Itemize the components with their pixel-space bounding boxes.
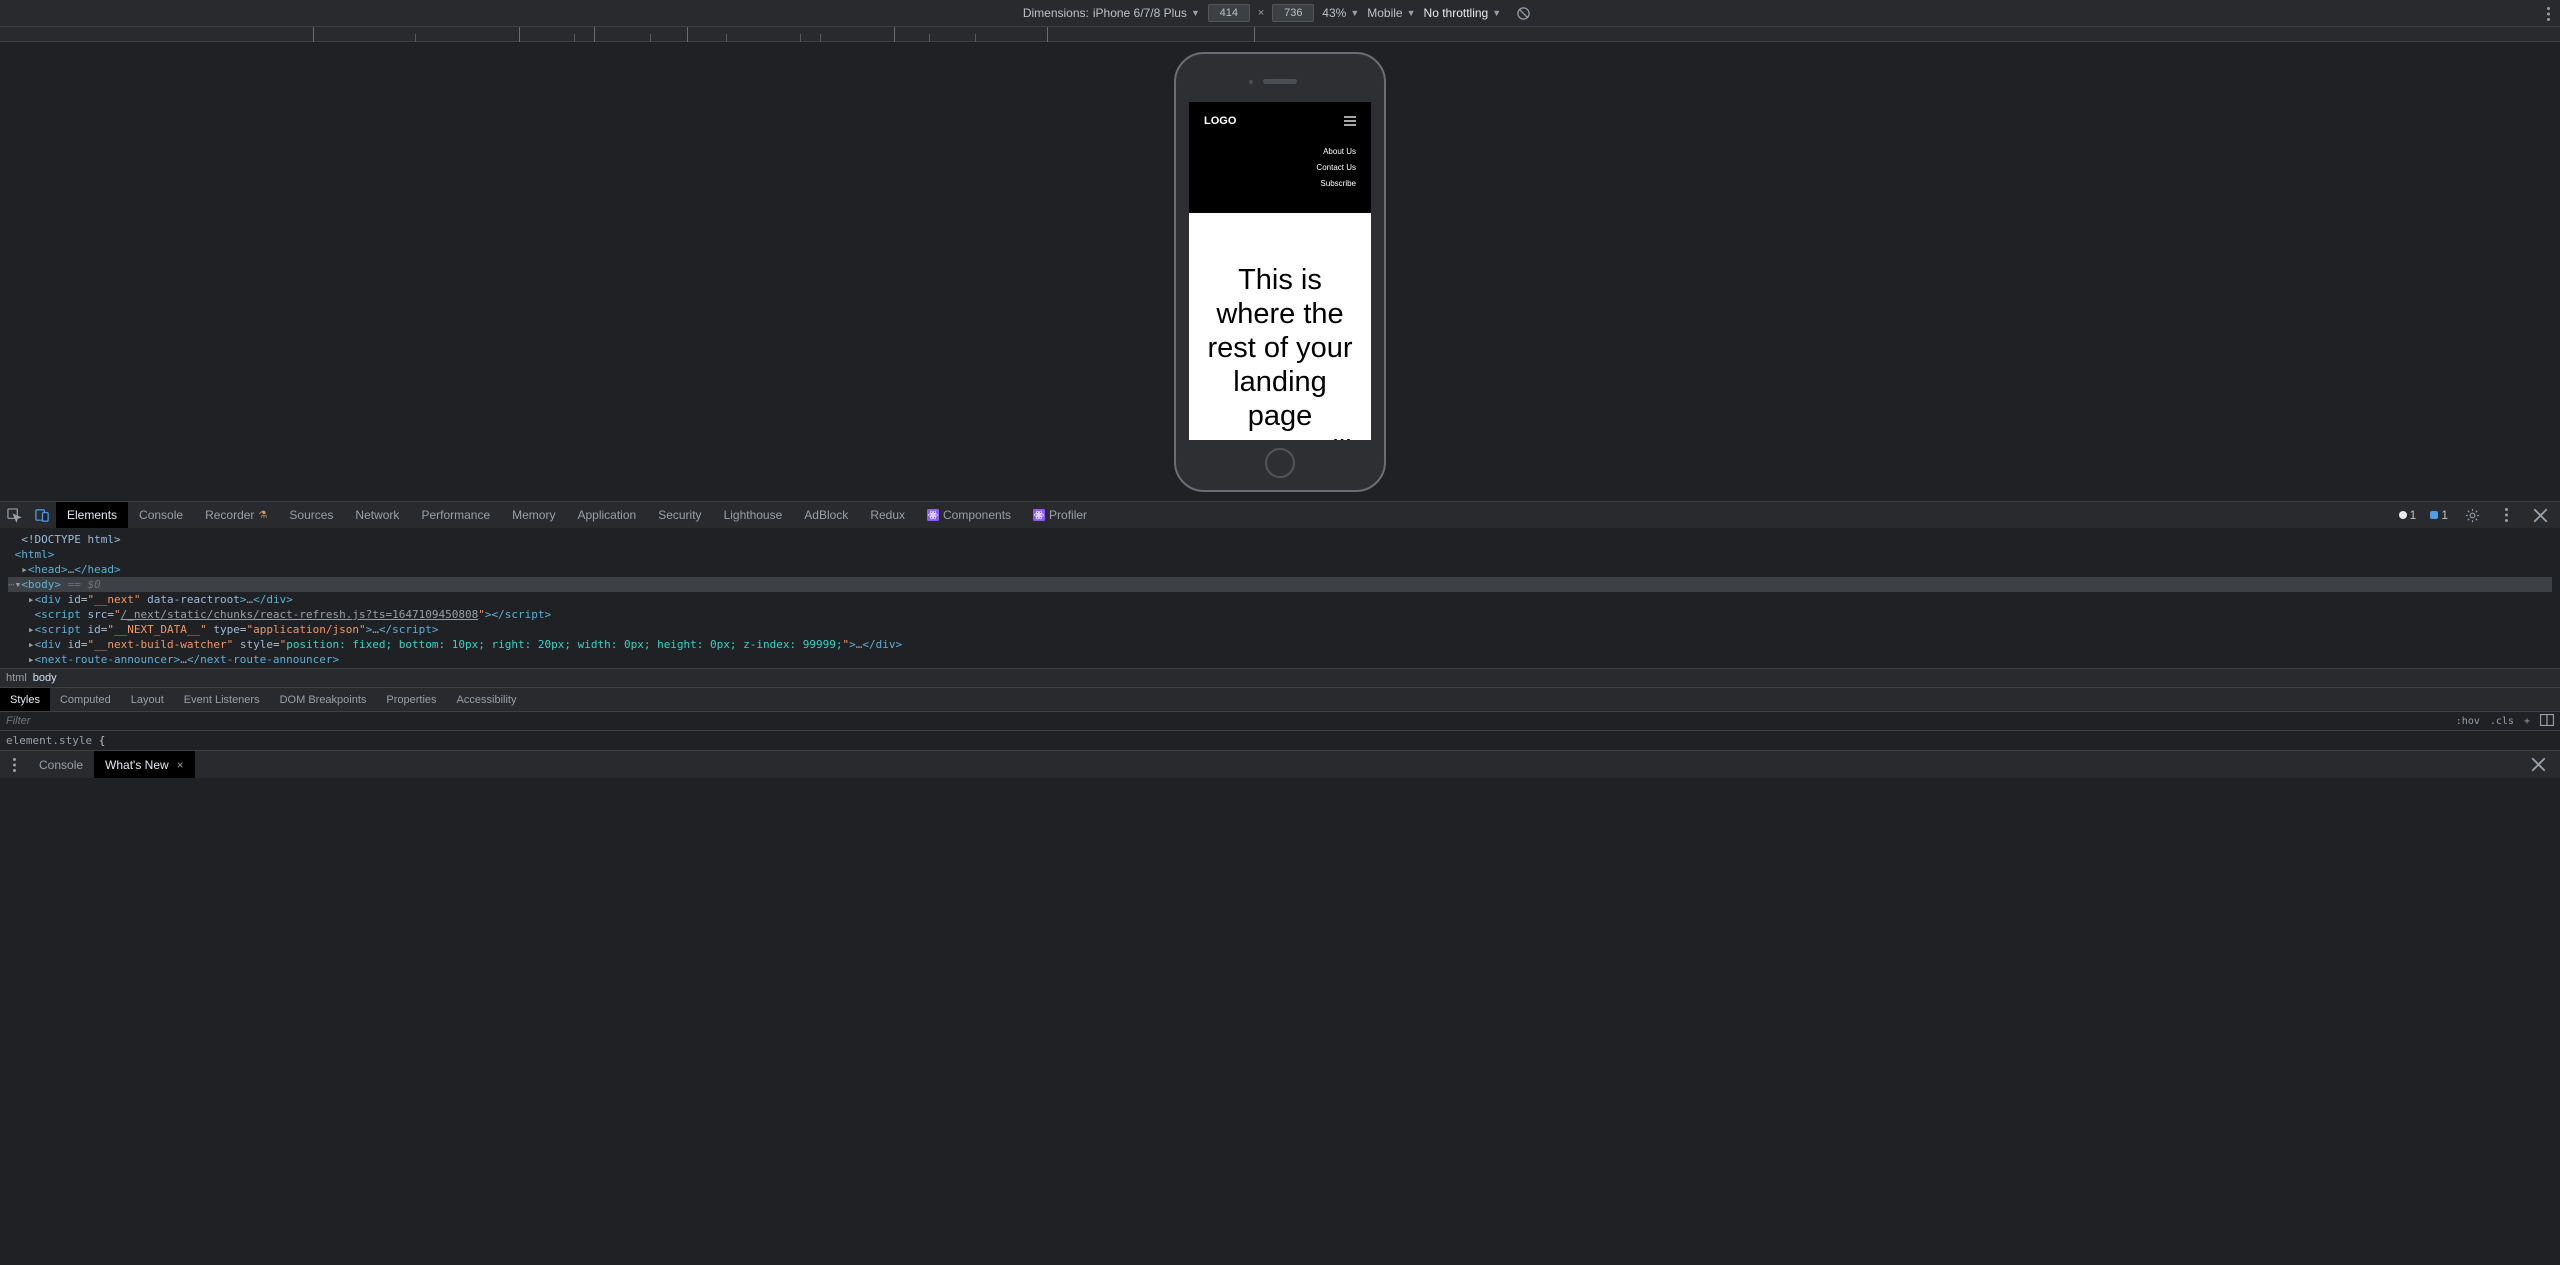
more-options-icon[interactable] — [2492, 508, 2520, 522]
dom-html[interactable]: <html> — [8, 547, 2552, 562]
dom-doctype[interactable]: <!DOCTYPE html> — [8, 532, 2552, 547]
breadcrumb: html body — [0, 668, 2560, 687]
zoom-dropdown[interactable]: 43% ▼ — [1322, 6, 1359, 20]
dom-announcer[interactable]: ▸<next-route-announcer>…</next-route-ann… — [8, 652, 2552, 667]
drawer-more-icon[interactable] — [0, 751, 28, 778]
device-name: iPhone 6/7/8 Plus — [1093, 6, 1187, 20]
device-viewport: LOGO About Us Contact Us Subscribe This … — [0, 42, 2560, 501]
drawer-tabs: Console What's New × — [0, 750, 2560, 778]
issues-badge[interactable]: 1 — [2426, 506, 2452, 524]
tab-application[interactable]: Application — [566, 502, 647, 528]
close-icon[interactable] — [2526, 508, 2554, 523]
subtab-properties[interactable]: Properties — [376, 688, 446, 711]
dom-head[interactable]: ▸<head>…</head> — [8, 562, 2552, 577]
error-dot-icon — [2399, 511, 2407, 519]
device-type: Mobile — [1367, 6, 1402, 20]
dom-div-watcher[interactable]: ▸<div id="__next-build-watcher" style="p… — [8, 637, 2552, 652]
subtab-accessibility[interactable]: Accessibility — [447, 688, 527, 711]
new-rule-icon[interactable]: + — [2524, 716, 2530, 727]
subtab-event-listeners[interactable]: Event Listeners — [174, 688, 270, 711]
tab-security[interactable]: Security — [647, 502, 712, 528]
styles-filter-row: :hov .cls + — [0, 711, 2560, 731]
throttling-value: No throttling — [1424, 6, 1489, 20]
nav-list: About Us Contact Us Subscribe — [1204, 147, 1356, 203]
dom-body-selected[interactable]: ⋯▾<body> == $0 — [8, 577, 2552, 592]
tab-sources[interactable]: Sources — [278, 502, 344, 528]
tab-memory[interactable]: Memory — [501, 502, 566, 528]
tab-components[interactable]: Components — [916, 502, 1022, 528]
dom-script-nextdata[interactable]: ▸<script id="__NEXT_DATA__" type="applic… — [8, 622, 2552, 637]
errors-badge[interactable]: 1 — [2395, 506, 2421, 524]
nav-subscribe[interactable]: Subscribe — [1204, 179, 1356, 188]
subtab-computed[interactable]: Computed — [50, 688, 121, 711]
drawer-tab-console[interactable]: Console — [28, 751, 94, 778]
error-count: 1 — [2410, 508, 2417, 522]
tab-lighthouse[interactable]: Lighthouse — [713, 502, 794, 528]
toggle-hov[interactable]: :hov — [2456, 716, 2480, 727]
tab-network[interactable]: Network — [344, 502, 410, 528]
drawer-tab-whatsnew[interactable]: What's New × — [94, 751, 195, 778]
dimensions-label: Dimensions: — [1023, 6, 1089, 20]
tab-recorder[interactable]: Recorder⚗ — [194, 502, 278, 528]
styles-filter-input[interactable] — [0, 715, 2456, 727]
device-toolbar: Dimensions: iPhone 6/7/8 Plus ▼ × 43% ▼ … — [0, 0, 2560, 27]
dom-div-next[interactable]: ▸<div id="__next" data-reactroot>…</div> — [8, 592, 2552, 607]
hamburger-icon[interactable] — [1344, 116, 1356, 126]
tab-adblock[interactable]: AdBlock — [793, 502, 859, 528]
page-header: LOGO About Us Contact Us Subscribe — [1189, 102, 1371, 213]
phone-camera-icon — [1249, 80, 1253, 84]
caret-down-icon: ▼ — [1191, 8, 1200, 18]
tab-redux[interactable]: Redux — [859, 502, 916, 528]
nav-contact[interactable]: Contact Us — [1204, 163, 1356, 172]
styles-tabs: Styles Computed Layout Event Listeners D… — [0, 687, 2560, 711]
subtab-dom-breakpoints[interactable]: DOM Breakpoints — [270, 688, 377, 711]
zoom-value: 43% — [1322, 6, 1346, 20]
flask-icon: ⚗ — [258, 510, 267, 521]
computed-toggle-icon[interactable] — [2540, 714, 2554, 729]
close-drawer-icon[interactable] — [2524, 757, 2552, 772]
crumb-body[interactable]: body — [33, 672, 57, 684]
phone-frame: LOGO About Us Contact Us Subscribe This … — [1174, 52, 1386, 492]
tab-console[interactable]: Console — [128, 502, 194, 528]
caret-down-icon: ▼ — [1492, 8, 1501, 18]
issue-dot-icon — [2430, 511, 2438, 519]
rotate-icon[interactable] — [1509, 6, 1537, 21]
caret-down-icon: ▼ — [1350, 8, 1359, 18]
issue-count: 1 — [2441, 508, 2448, 522]
more-options-icon[interactable] — [2547, 0, 2550, 27]
inspect-icon[interactable] — [0, 502, 28, 528]
react-icon — [927, 509, 939, 521]
dimensions-dropdown[interactable]: Dimensions: iPhone 6/7/8 Plus ▼ — [1023, 6, 1200, 20]
close-tab-icon[interactable]: × — [177, 758, 184, 772]
page-body-text: This is where the rest of your landing p… — [1189, 213, 1371, 440]
react-icon — [1033, 509, 1045, 521]
ruler — [0, 27, 2560, 42]
tab-performance[interactable]: Performance — [410, 502, 501, 528]
style-rule-area[interactable]: element.style { — [0, 731, 2560, 750]
tab-elements[interactable]: Elements — [56, 502, 128, 528]
toggle-cls[interactable]: .cls — [2490, 716, 2514, 727]
caret-down-icon: ▼ — [1407, 8, 1416, 18]
dimension-separator: × — [1258, 7, 1264, 19]
subtab-layout[interactable]: Layout — [121, 688, 174, 711]
crumb-html[interactable]: html — [6, 672, 27, 684]
nav-about[interactable]: About Us — [1204, 147, 1356, 156]
page-logo: LOGO — [1204, 115, 1236, 127]
rule-brace: { — [99, 734, 106, 747]
subtab-styles[interactable]: Styles — [0, 688, 50, 711]
toggle-device-icon[interactable] — [28, 502, 56, 528]
phone-home-button — [1265, 448, 1295, 478]
dom-tree[interactable]: <!DOCTYPE html> <html> ▸<head>…</head> ⋯… — [0, 528, 2560, 668]
width-input[interactable] — [1208, 4, 1250, 22]
device-type-dropdown[interactable]: Mobile ▼ — [1367, 6, 1415, 20]
height-input[interactable] — [1272, 4, 1314, 22]
phone-speaker-icon — [1263, 79, 1297, 84]
tab-profiler[interactable]: Profiler — [1022, 502, 1098, 528]
devtools-tabs: Elements Console Recorder⚗ Sources Netwo… — [0, 501, 2560, 528]
settings-icon[interactable] — [2458, 508, 2486, 523]
phone-screen[interactable]: LOGO About Us Contact Us Subscribe This … — [1189, 102, 1371, 440]
throttling-dropdown[interactable]: No throttling ▼ — [1424, 6, 1502, 20]
rule-selector: element.style — [6, 734, 92, 747]
dom-script-refresh[interactable]: <script src="/_next/static/chunks/react-… — [8, 607, 2552, 622]
